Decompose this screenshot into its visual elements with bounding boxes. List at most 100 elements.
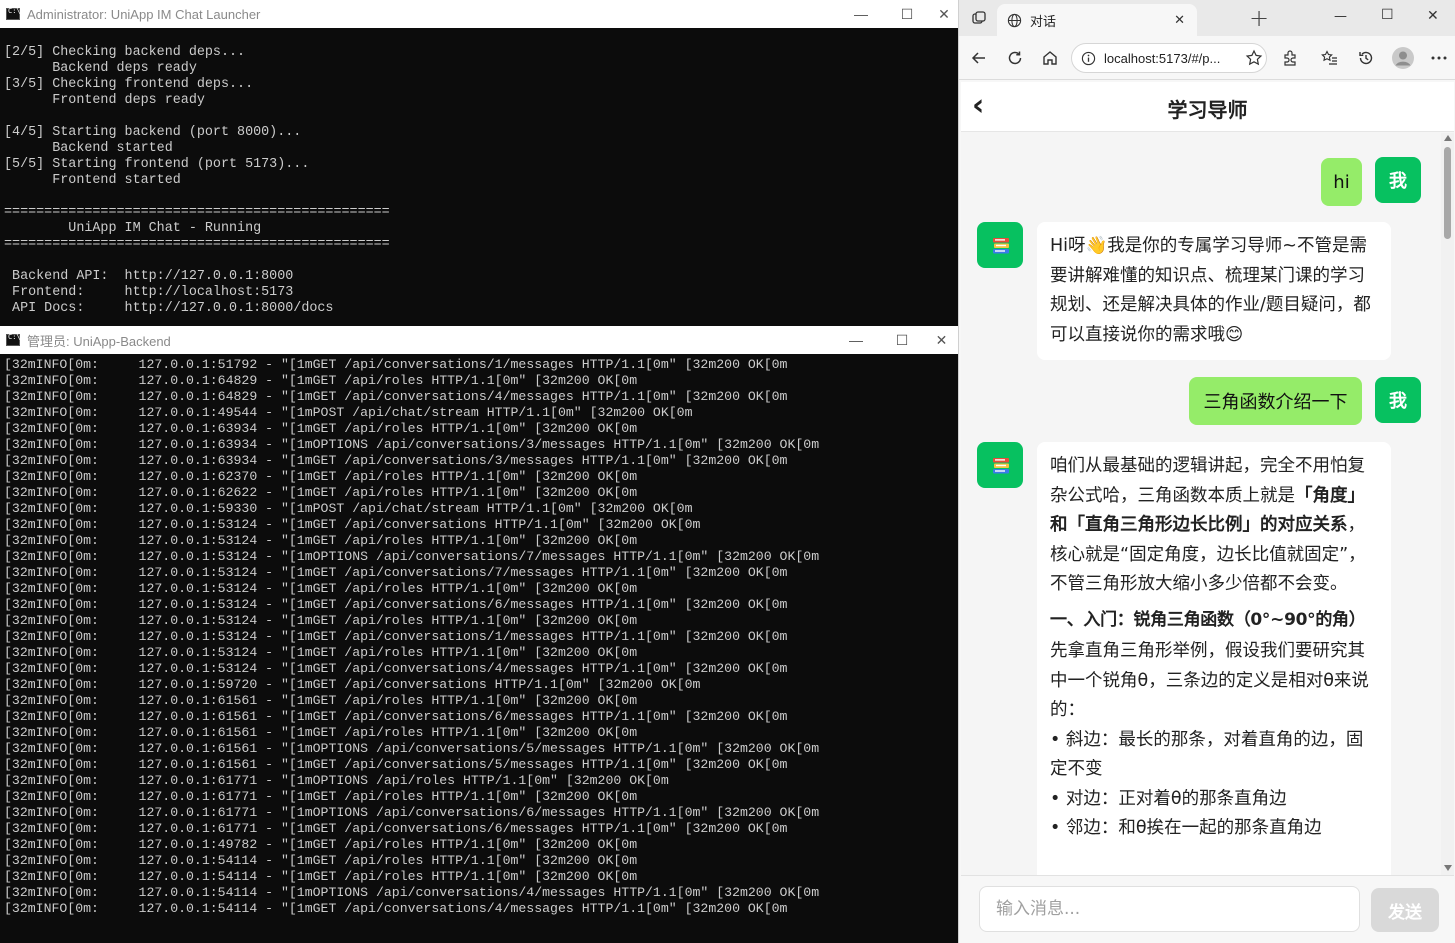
console-line: [32mINFO[0m: 127.0.0.1:54114 - "[1mOPTIO… [4, 885, 820, 900]
profile-avatar-icon[interactable] [1389, 44, 1417, 72]
console-line: [32mINFO[0m: 127.0.0.1:53124 - "[1mGET /… [4, 613, 638, 628]
message-input[interactable] [979, 886, 1360, 932]
console-line: [32mINFO[0m: 127.0.0.1:61561 - "[1mGET /… [4, 709, 788, 724]
chat-input-bar: 发送 [961, 875, 1454, 943]
console-line: [32mINFO[0m: 127.0.0.1:61561 - "[1mGET /… [4, 693, 638, 708]
more-menu-icon[interactable] [1425, 44, 1453, 72]
console-line: [32mINFO[0m: 127.0.0.1:53124 - "[1mGET /… [4, 517, 701, 532]
console-line: [32mINFO[0m: 127.0.0.1:62370 - "[1mGET /… [4, 469, 638, 484]
launcher-titlebar[interactable]: Administrator: UniApp IM Chat Launcher —… [0, 0, 958, 28]
browser-maximize-button[interactable]: ☐ [1381, 7, 1394, 23]
console-line: [32mINFO[0m: 127.0.0.1:63934 - "[1mGET /… [4, 453, 788, 468]
console-line: [32mINFO[0m: 127.0.0.1:61561 - "[1mOPTIO… [4, 741, 820, 756]
home-icon[interactable] [1036, 44, 1064, 72]
backend-window: 管理员: UniApp-Backend — ☐ ✕ [32mINFO[0m: 1… [0, 326, 958, 943]
chat-page: ‹ 学习导师 hi 我 Hi呀👋我是你的专属学习导师~不管是需要讲解难懂的知识点… [961, 82, 1454, 943]
chat-title: 学习导师 [1167, 98, 1248, 122]
scroll-up-arrow-icon[interactable] [1444, 135, 1452, 141]
console-line: [32mINFO[0m: 127.0.0.1:61771 - "[1mGET /… [4, 789, 638, 804]
console-line: [32mINFO[0m: 127.0.0.1:53124 - "[1mGET /… [4, 645, 638, 660]
scroll-down-arrow-icon[interactable] [1444, 865, 1452, 871]
my-avatar[interactable]: 我 [1375, 377, 1421, 423]
chat-header: ‹ 学习导师 [961, 82, 1454, 132]
tutor-avatar[interactable] [977, 222, 1023, 268]
message-scrollbar[interactable] [1441, 133, 1454, 875]
console-line: [32mINFO[0m: 127.0.0.1:59720 - "[1mGET /… [4, 677, 701, 692]
favorite-star-icon[interactable] [1240, 44, 1268, 72]
launcher-title: Administrator: UniApp IM Chat Launcher [27, 6, 261, 22]
console-line: [32mINFO[0m: 127.0.0.1:61561 - "[1mGET /… [4, 725, 638, 740]
launcher-close-button[interactable]: ✕ [930, 0, 958, 28]
backend-close-button[interactable]: ✕ [925, 326, 958, 354]
console-app-icon [6, 333, 21, 346]
new-tab-button[interactable]: + [1249, 4, 1269, 32]
tutor-message-bubble[interactable]: 咱们从最基础的逻辑讲起，完全不用怕复杂公式哈，三角函数本质上就是「角度」和「直角… [1037, 442, 1391, 875]
console-line: [3/5] Checking frontend deps... [4, 77, 254, 92]
console-line: [32mINFO[0m: 127.0.0.1:54114 - "[1mGET /… [4, 853, 638, 868]
console-line: [32mINFO[0m: 127.0.0.1:63934 - "[1mOPTIO… [4, 437, 820, 452]
console-line: [32mINFO[0m: 127.0.0.1:59330 - "[1mPOST … [4, 501, 693, 516]
console-line: [32mINFO[0m: 127.0.0.1:63934 - "[1mGET /… [4, 421, 638, 436]
backend-minimize-button[interactable]: — [833, 326, 879, 354]
console-line: [32mINFO[0m: 127.0.0.1:64829 - "[1mGET /… [4, 389, 788, 404]
tutor-paragraph: 先拿直角三角形举例，假设我们要研究其中一个锐角θ，三条边的定义是相对θ来说的： [1050, 641, 1369, 720]
console-line: Backend API: http://127.0.0.1:8000 [4, 269, 294, 284]
console-line: [32mINFO[0m: 127.0.0.1:53124 - "[1mGET /… [4, 565, 788, 580]
console-line: [32mINFO[0m: 127.0.0.1:61771 - "[1mOPTIO… [4, 773, 669, 788]
console-line: Frontend started [4, 173, 181, 188]
tab-chat[interactable]: 对话 ✕ [997, 4, 1197, 36]
console-line: [32mINFO[0m: 127.0.0.1:54114 - "[1mGET /… [4, 869, 638, 884]
console-line: [32mINFO[0m: 127.0.0.1:53124 - "[1mGET /… [4, 597, 788, 612]
launcher-window: Administrator: UniApp IM Chat Launcher —… [0, 0, 958, 326]
my-message-bubble[interactable]: 三角函数介绍一下 [1189, 377, 1362, 425]
tutor-paragraph: 咱们从最基础的逻辑讲起，完全不用怕复杂公式哈，三角函数本质上就是「角度」和「直角… [1050, 452, 1378, 600]
backend-maximize-button[interactable]: ☐ [879, 326, 925, 354]
tutor-list-item: • 邻边：和θ挨在一起的那条直角边 [1050, 818, 1322, 838]
tab-title: 对话 [1030, 14, 1057, 30]
console-line: [32mINFO[0m: 127.0.0.1:64829 - "[1mGET /… [4, 373, 638, 388]
launcher-minimize-button[interactable]: — [838, 0, 884, 28]
tutor-message-bubble[interactable]: Hi呀👋我是你的专属学习导师~不管是需要讲解难懂的知识点、梳理某门课的学习规划、… [1037, 222, 1391, 360]
favorites-icon[interactable] [1316, 44, 1344, 72]
reload-icon[interactable] [1001, 44, 1029, 72]
console-line: [32mINFO[0m: 127.0.0.1:51792 - "[1mGET /… [4, 357, 788, 372]
backend-titlebar[interactable]: 管理员: UniApp-Backend — ☐ ✕ [0, 326, 958, 354]
console-line: Frontend: http://localhost:5173 [4, 285, 294, 300]
console-line: [32mINFO[0m: 127.0.0.1:61561 - "[1mGET /… [4, 757, 788, 772]
history-icon[interactable] [1352, 44, 1380, 72]
console-line: [32mINFO[0m: 127.0.0.1:61771 - "[1mGET /… [4, 821, 788, 836]
tutor-avatar[interactable] [977, 442, 1023, 488]
send-button[interactable]: 发送 [1371, 888, 1439, 932]
console-line: [4/5] Starting backend (port 8000)... [4, 125, 302, 140]
my-avatar[interactable]: 我 [1375, 157, 1421, 203]
extensions-icon[interactable] [1276, 44, 1304, 72]
tutor-list-item: • 对边：正对着θ的那条直角边 [1050, 788, 1287, 809]
backend-console-output: [32mINFO[0m: 127.0.0.1:51792 - "[1mGET /… [0, 357, 958, 943]
url-text[interactable]: localhost:5173/#/p... [1104, 51, 1220, 66]
site-info-icon[interactable] [1081, 51, 1096, 66]
console-line: [5/5] Starting frontend (port 5173)... [4, 157, 310, 172]
console-line: [2/5] Checking backend deps... [4, 45, 246, 60]
message-list[interactable]: hi 我 Hi呀👋我是你的专属学习导师~不管是需要讲解难懂的知识点、梳理某门课的… [961, 133, 1441, 875]
workspaces-icon[interactable] [965, 4, 993, 32]
browser-close-button[interactable]: ✕ [1427, 8, 1439, 24]
console-line: ========================================… [4, 205, 390, 220]
browser-window: 对话 ✕ + — ☐ ✕ localhost:5173/#/p... ‹ 学习导… [958, 0, 1455, 943]
address-bar[interactable]: localhost:5173/#/p... [1071, 43, 1267, 73]
back-arrow-icon[interactable] [965, 44, 993, 72]
launcher-maximize-button[interactable]: ☐ [884, 0, 930, 28]
tab-close-icon[interactable]: ✕ [1174, 13, 1185, 28]
tutor-message-text: Hi呀👋我是你的专属学习导师~不管是需要讲解难懂的知识点、梳理某门课的学习规划、… [1050, 236, 1371, 345]
console-line: [32mINFO[0m: 127.0.0.1:53124 - "[1mGET /… [4, 661, 788, 676]
console-line: [32mINFO[0m: 127.0.0.1:53124 - "[1mGET /… [4, 629, 788, 644]
console-line: [32mINFO[0m: 127.0.0.1:53124 - "[1mGET /… [4, 533, 638, 548]
browser-minimize-button[interactable]: — [1334, 9, 1347, 24]
my-message-bubble[interactable]: hi [1321, 158, 1362, 206]
console-line: [32mINFO[0m: 127.0.0.1:53124 - "[1mOPTIO… [4, 549, 820, 564]
console-line: ========================================… [4, 237, 390, 252]
scroll-thumb[interactable] [1444, 147, 1451, 239]
console-line: API Docs: http://127.0.0.1:8000/docs [4, 301, 334, 316]
